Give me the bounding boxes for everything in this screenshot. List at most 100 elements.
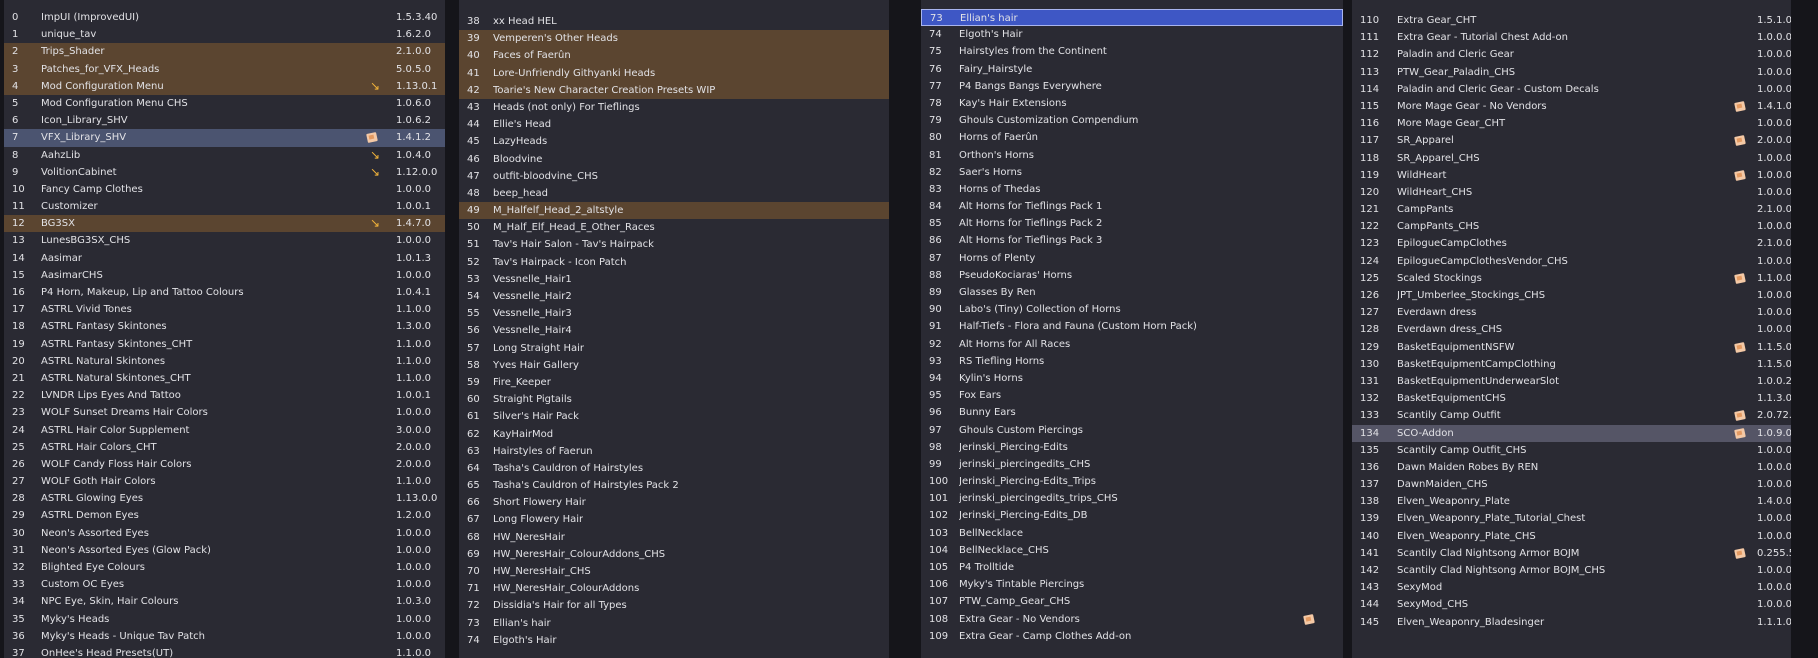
mod-row[interactable]: 124 EpilogueCampClothesVendor_CHS 1.0.0.0 [1352, 253, 1791, 270]
mod-row[interactable]: 83 Horns of Thedas [921, 181, 1343, 198]
mod-row[interactable]: 52 Tav's Hairpack - Icon Patch [459, 254, 889, 271]
mod-row[interactable]: 94 Kylin's Horns [921, 370, 1343, 387]
mod-row[interactable]: 14 Aasimar 1.0.1.3 [4, 250, 445, 267]
mod-row[interactable]: 142 Scantily Clad Nightsong Armor BOJM_CH… [1352, 562, 1791, 579]
mod-row[interactable]: 104 BellNecklace_CHS [921, 542, 1343, 559]
mod-row[interactable]: 8 AahzLib ↘ 1.0.4.0 [4, 147, 445, 164]
mod-row[interactable]: 89 Glasses By Ren [921, 284, 1343, 301]
mod-row[interactable]: 144 SexyMod_CHS 1.0.0.0 [1352, 596, 1791, 613]
mod-row[interactable]: 143 SexyMod 1.0.0.0 [1352, 579, 1791, 596]
mod-row[interactable]: 53 Vessnelle_Hair1 [459, 271, 889, 288]
mod-row[interactable]: 63 Hairstyles of Faerun [459, 443, 889, 460]
mod-row[interactable]: 46 Bloodvine [459, 151, 889, 168]
mod-row[interactable]: 24 ASTRL Hair Color Supplement 3.0.0.0 [4, 422, 445, 439]
mod-row[interactable]: 6 Icon_Library_SHV 1.0.6.2 [4, 112, 445, 129]
mod-row[interactable]: 32 Blighted Eye Colours 1.0.0.0 [4, 559, 445, 576]
mod-row[interactable]: 106 Myky's Tintable Piercings [921, 576, 1343, 593]
mod-row[interactable]: 92 Alt Horns for All Races [921, 336, 1343, 353]
mod-row[interactable]: 34 NPC Eye, Skin, Hair Colours 1.0.3.0 [4, 593, 445, 610]
mod-row[interactable]: 36 Myky's Heads - Unique Tav Patch 1.0.0.0 [4, 628, 445, 645]
mod-row[interactable]: 50 M_Half_Elf_Head_E_Other_Races [459, 219, 889, 236]
mod-row[interactable]: 133 Scantily Camp Outfit 2.0.72.0 [1352, 407, 1791, 424]
mod-row[interactable]: 135 Scantily Camp Outfit_CHS 1.0.0.0 [1352, 442, 1791, 459]
mod-row[interactable]: 19 ASTRL Fantasy Skintones_CHT 1.1.0.0 [4, 336, 445, 353]
mod-row[interactable]: 18 ASTRL Fantasy Skintones 1.3.0.0 [4, 318, 445, 335]
mod-row[interactable]: 1 unique_tav 1.6.2.0 [4, 26, 445, 43]
mod-row[interactable]: 4 Mod Configuration Menu ↘ 1.13.0.1 [4, 77, 445, 95]
mod-row[interactable]: 69 HW_NeresHair_ColourAddons_CHS [459, 546, 889, 563]
mod-row[interactable]: 0 ImpUI (ImprovedUI) 1.5.3.40 [4, 9, 445, 26]
mod-row[interactable]: 70 HW_NeresHair_CHS [459, 563, 889, 580]
mod-row[interactable]: 129 BasketEquipmentNSFW 1.1.5.0 [1352, 339, 1791, 356]
mod-row[interactable]: 125 Scaled Stockings 1.1.0.0 [1352, 270, 1791, 287]
mod-row[interactable]: 96 Bunny Ears [921, 404, 1343, 421]
mod-row[interactable]: 103 BellNecklace [921, 525, 1343, 542]
mod-row[interactable]: 55 Vessnelle_Hair3 [459, 305, 889, 322]
mod-row[interactable]: 79 Ghouls Customization Compendium [921, 112, 1343, 129]
mod-row[interactable]: 105 P4 Trolltide [921, 559, 1343, 576]
mod-row[interactable]: 33 Custom OC Eyes 1.0.0.0 [4, 576, 445, 593]
mod-row[interactable]: 100 Jerinski_Piercing-Edits_Trips [921, 473, 1343, 490]
mod-row[interactable]: 31 Neon's Assorted Eyes (Glow Pack) 1.0.0.… [4, 542, 445, 559]
mod-row[interactable]: 57 Long Straight Hair [459, 340, 889, 357]
mod-row[interactable]: 132 BasketEquipmentCHS 1.1.3.0 [1352, 390, 1791, 407]
mod-row[interactable]: 15 AasimarCHS 1.0.0.0 [4, 267, 445, 284]
mod-row[interactable]: 134 SCO-Addon 1.0.9.0 [1352, 424, 1791, 442]
mod-row[interactable]: 3 Patches_for_VFX_Heads 5.0.5.0 [4, 60, 445, 78]
mod-row[interactable]: 108 Extra Gear - No Vendors [921, 611, 1343, 628]
mod-row[interactable]: 81 Orthon's Horns [921, 147, 1343, 164]
mod-row[interactable]: 122 CampPants_CHS 1.0.0.0 [1352, 218, 1791, 235]
mod-row[interactable]: 21 ASTRL Natural Skintones_CHT 1.1.0.0 [4, 370, 445, 387]
mod-row[interactable]: 9 VolitionCabinet ↘ 1.12.0.0 [4, 164, 445, 181]
mod-row[interactable]: 109 Extra Gear - Camp Clothes Add-on [921, 628, 1343, 645]
mod-row[interactable]: 128 Everdawn dress_CHS 1.0.0.0 [1352, 321, 1791, 338]
mod-row[interactable]: 22 LVNDR Lips Eyes And Tattoo 1.0.0.1 [4, 387, 445, 404]
mod-row[interactable]: 23 WOLF Sunset Dreams Hair Colors 1.0.0.0 [4, 404, 445, 421]
mod-row[interactable]: 123 EpilogueCampClothes 2.1.0.0 [1352, 235, 1791, 252]
mod-row[interactable]: 116 More Mage Gear_CHT 1.0.0.0 [1352, 115, 1791, 132]
mod-row[interactable]: 66 Short Flowery Hair [459, 494, 889, 511]
mod-row[interactable]: 78 Kay's Hair Extensions [921, 95, 1343, 112]
mod-row[interactable]: 25 ASTRL Hair Colors_CHT 2.0.0.0 [4, 439, 445, 456]
mod-row[interactable]: 139 Elven_Weaponry_Plate_Tutorial_Chest 1.… [1352, 510, 1791, 527]
mod-row[interactable]: 102 Jerinski_Piercing-Edits_DB [921, 507, 1343, 524]
mod-row[interactable]: 73 Ellian's hair [921, 9, 1343, 27]
mod-row[interactable]: 27 WOLF Goth Hair Colors 1.1.0.0 [4, 473, 445, 490]
mod-row[interactable]: 5 Mod Configuration Menu CHS 1.0.6.0 [4, 95, 445, 112]
mod-row[interactable]: 138 Elven_Weaponry_Plate 1.4.0.0 [1352, 493, 1791, 510]
mod-row[interactable]: 118 SR_Apparel_CHS 1.0.0.0 [1352, 150, 1791, 167]
mod-row[interactable]: 54 Vessnelle_Hair2 [459, 288, 889, 305]
mod-row[interactable]: 68 HW_NeresHair [459, 529, 889, 546]
mod-row[interactable]: 71 HW_NeresHair_ColourAddons [459, 580, 889, 597]
mod-row[interactable]: 72 Dissidia's Hair for all Types [459, 597, 889, 614]
mod-row[interactable]: 59 Fire_Keeper [459, 374, 889, 391]
mod-row[interactable]: 26 WOLF Candy Floss Hair Colors 2.0.0.0 [4, 456, 445, 473]
mod-row[interactable]: 87 Horns of Plenty [921, 250, 1343, 267]
mod-row[interactable]: 136 Dawn Maiden Robes By REN 1.0.0.0 [1352, 459, 1791, 476]
mod-row[interactable]: 35 Myky's Heads 1.0.0.0 [4, 611, 445, 628]
mod-row[interactable]: 13 LunesBG3SX_CHS 1.0.0.0 [4, 232, 445, 249]
mod-row[interactable]: 40 Faces of Faerûn [459, 47, 889, 65]
mod-row[interactable]: 38 xx Head HEL [459, 13, 889, 30]
mod-row[interactable]: 86 Alt Horns for Tieflings Pack 3 [921, 232, 1343, 249]
mod-row[interactable]: 126 JPT_Umberlee_Stockings_CHS 1.0.0.0 [1352, 287, 1791, 304]
mod-row[interactable]: 110 Extra Gear_CHT 1.5.1.0 [1352, 12, 1791, 29]
mod-row[interactable]: 82 Saer's Horns [921, 164, 1343, 181]
mod-row[interactable]: 88 PseudoKociaras' Horns [921, 267, 1343, 284]
mod-row[interactable]: 107 PTW_Camp_Gear_CHS [921, 593, 1343, 610]
mod-row[interactable]: 77 P4 Bangs Bangs Everywhere [921, 78, 1343, 95]
mod-row[interactable]: 44 Ellie's Head [459, 116, 889, 133]
mod-row[interactable]: 141 Scantily Clad Nightsong Armor BOJM 0.2… [1352, 545, 1791, 562]
mod-row[interactable]: 48 beep_head [459, 185, 889, 202]
mod-row[interactable]: 80 Horns of Faerûn [921, 129, 1343, 146]
mod-row[interactable]: 74 Elgoth's Hair [459, 632, 889, 649]
mod-row[interactable]: 39 Vemperen's Other Heads [459, 30, 889, 48]
mod-row[interactable]: 74 Elgoth's Hair [921, 26, 1343, 43]
mod-row[interactable]: 75 Hairstyles from the Continent [921, 43, 1343, 60]
mod-row[interactable]: 85 Alt Horns for Tieflings Pack 2 [921, 215, 1343, 232]
mod-row[interactable]: 119 WildHeart 1.0.0.0 [1352, 167, 1791, 184]
mod-row[interactable]: 45 LazyHeads [459, 133, 889, 150]
mod-row[interactable]: 61 Silver's Hair Pack [459, 408, 889, 425]
mod-row[interactable]: 76 Fairy_Hairstyle [921, 61, 1343, 78]
mod-row[interactable]: 60 Straight Pigtails [459, 391, 889, 408]
